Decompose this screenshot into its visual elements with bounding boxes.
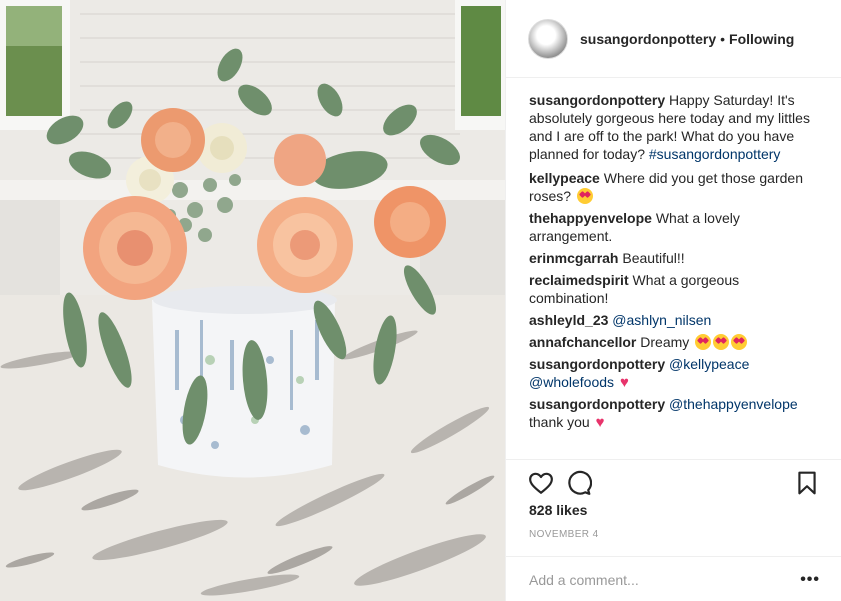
comment-username[interactable]: kellypeace — [529, 170, 600, 186]
comment-mention[interactable]: @wholefoods — [529, 374, 614, 390]
add-comment-bar: ••• — [506, 556, 841, 601]
comment-item: reclaimedspirit What a gorgeous combinat… — [529, 271, 822, 307]
comment-item: erinmcgarrah Beautiful!! — [529, 249, 822, 267]
caption-hashtag[interactable]: #susangordonpottery — [649, 146, 781, 162]
comment-item: ashleyld_23 @ashlyn_nilsen — [529, 311, 822, 329]
comment-username[interactable]: reclaimedspirit — [529, 272, 629, 288]
comment-text: Beautiful!! — [622, 250, 685, 266]
comment-username[interactable]: ashleyld_23 — [529, 312, 608, 328]
comment-item: thehappyenvelope What a lovely arrangeme… — [529, 209, 822, 245]
comment-username[interactable]: thehappyenvelope — [529, 210, 652, 226]
post-actions: 828 likes NOVEMBER 4 ••• — [506, 459, 841, 601]
following-button[interactable]: Following — [729, 31, 794, 47]
comments-list[interactable]: susangordonpottery Happy Saturday! It's … — [506, 79, 841, 459]
post-header: susangordonpottery • Following — [506, 0, 841, 78]
avatar[interactable] — [528, 18, 568, 59]
heart-eyes-emoji — [713, 334, 730, 350]
bookmark-icon[interactable] — [794, 470, 820, 496]
likes-count[interactable]: 828 likes — [529, 502, 587, 518]
comment-mention[interactable]: @kellypeace — [669, 356, 749, 372]
heart-icon[interactable] — [528, 470, 554, 496]
comment-item: kellypeace Where did you get those garde… — [529, 169, 822, 205]
heart-eyes-emoji — [695, 334, 712, 350]
more-options-icon[interactable]: ••• — [800, 571, 820, 589]
flower-arrangement-image — [0, 0, 505, 601]
comment-item: annafchancellor Dreamy — [529, 333, 822, 351]
caption: susangordonpottery Happy Saturday! It's … — [529, 91, 822, 163]
comment-mention[interactable]: @thehappyenvelope — [669, 396, 798, 412]
heart-eyes-emoji — [576, 188, 593, 204]
separator-dot: • — [720, 30, 726, 47]
heart-eyes-emoji — [731, 334, 748, 350]
post-photo[interactable] — [0, 0, 505, 601]
comment-mention[interactable]: @ashlyn_nilsen — [612, 312, 711, 328]
comment-item: susangordonpottery @thehappyenvelope tha… — [529, 395, 822, 431]
header-username[interactable]: susangordonpottery — [580, 31, 716, 47]
comment-icon[interactable] — [566, 470, 593, 496]
comment-username[interactable]: susangordonpottery — [529, 396, 665, 412]
instagram-post: susangordonpottery • Following susangord… — [0, 0, 841, 601]
comment-input[interactable] — [529, 571, 801, 588]
comment-text: thank you — [529, 414, 590, 430]
sparkling-heart-emoji: ♥ — [595, 414, 605, 431]
post-date[interactable]: NOVEMBER 4 — [529, 529, 599, 540]
caption-username[interactable]: susangordonpottery — [529, 92, 665, 108]
post-sidebar: susangordonpottery • Following susangord… — [505, 0, 841, 601]
action-icons — [528, 470, 820, 496]
comment-username[interactable]: erinmcgarrah — [529, 250, 618, 266]
comment-username[interactable]: annafchancellor — [529, 334, 636, 350]
two-hearts-emoji: ♥ — [619, 374, 629, 391]
comment-username[interactable]: susangordonpottery — [529, 356, 665, 372]
comment-text: Dreamy — [640, 334, 690, 350]
comment-item: susangordonpottery @kellypeace @wholefoo… — [529, 355, 822, 391]
